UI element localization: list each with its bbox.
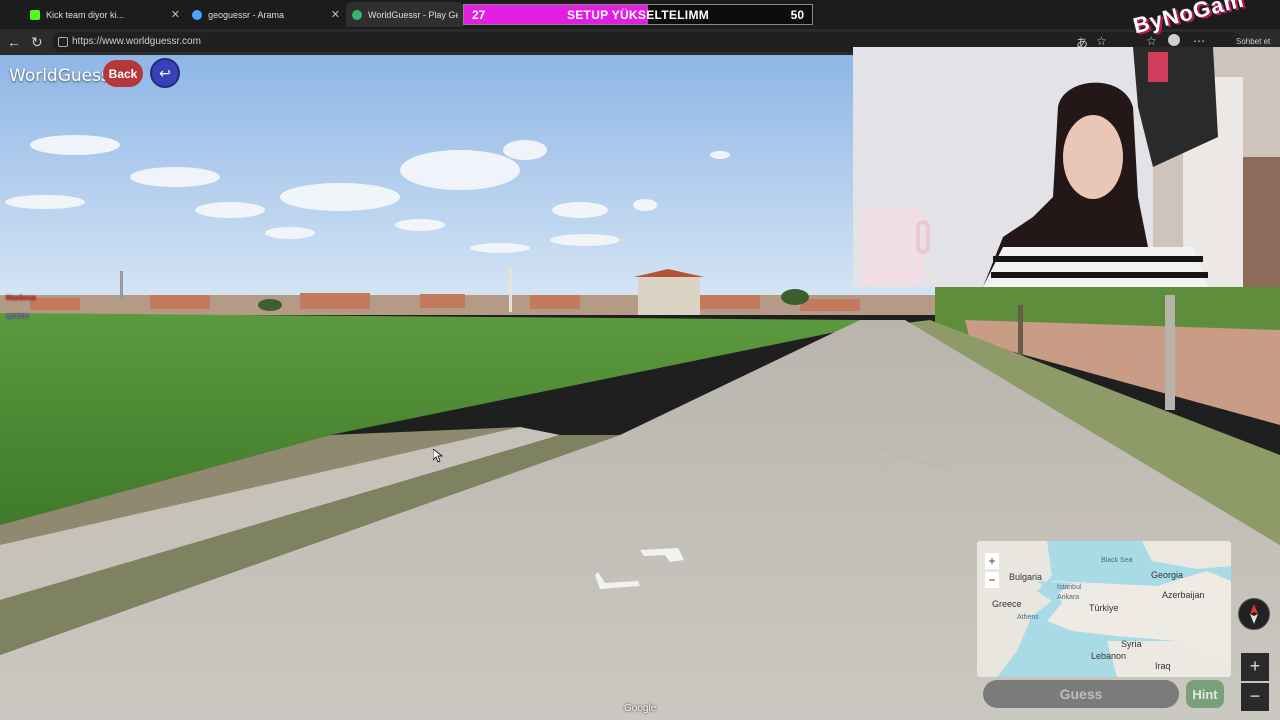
- chat-overlay-user2: aynene: [6, 313, 29, 320]
- map-label-turkiye: Türkiye: [1089, 603, 1119, 613]
- webcam-image: [853, 47, 1280, 287]
- compass-icon[interactable]: [1238, 598, 1270, 630]
- map-label-ankara: Ankara: [1057, 594, 1080, 601]
- close-tab-icon[interactable]: ✕: [171, 8, 180, 21]
- map-label-iraq: Iraq: [1155, 661, 1171, 671]
- view-zoom-in-button[interactable]: +: [1241, 653, 1269, 681]
- tab-title: geoguessr - Arama: [208, 9, 285, 20]
- chat-username: aynene: [6, 313, 29, 320]
- mouse-cursor-icon: [433, 449, 443, 463]
- guess-minimap[interactable]: + − Black Sea Bulgaria Georgia İstanbul …: [977, 541, 1231, 677]
- tab-title: Kick team diyor ki...: [46, 9, 125, 20]
- kick-favicon-icon: [30, 9, 40, 20]
- guess-button[interactable]: Guess: [983, 680, 1179, 708]
- globe-favicon-icon: [352, 9, 362, 20]
- tab-worldguessr[interactable]: WorldGuessr - Play Geogue: [346, 2, 464, 27]
- webcam-overlay: [853, 47, 1280, 287]
- google-attribution: Google: [624, 703, 657, 714]
- more-icon[interactable]: ⋯: [1193, 34, 1205, 48]
- chat-overlay-user1: Maxbeco: [6, 295, 36, 302]
- close-tab-icon[interactable]: ✕: [331, 8, 340, 21]
- map-zoom-out-button[interactable]: −: [985, 572, 999, 588]
- map-label-syria: Syria: [1121, 639, 1142, 649]
- worldguessr-logo: WorldGuessr: [9, 66, 117, 86]
- goal-progress-bar: 27 SETUP YÜKSELTELIMM 50: [463, 4, 813, 25]
- star-icon[interactable]: ☆: [1096, 34, 1107, 48]
- chat-username: Maxbeco: [6, 295, 36, 302]
- view-zoom-out-button[interactable]: −: [1241, 683, 1269, 711]
- back-button[interactable]: Back: [103, 60, 143, 87]
- search-favicon-icon: [192, 9, 202, 20]
- goal-title: SETUP YÜKSELTELIMM: [566, 8, 710, 22]
- profile-icon[interactable]: [1168, 34, 1180, 46]
- map-label-athens: Athens: [1017, 614, 1039, 621]
- sidebar-chat-label[interactable]: Sohbet et: [1236, 37, 1270, 46]
- map-label-istanbul: İstanbul: [1057, 584, 1082, 591]
- map-label-greece: Greece: [992, 599, 1022, 609]
- undo-button[interactable]: ↩: [150, 58, 180, 88]
- reload-icon[interactable]: ↻: [31, 34, 43, 50]
- map-label-black-sea: Black Sea: [1101, 557, 1133, 564]
- map-zoom-in-button[interactable]: +: [985, 553, 999, 569]
- map-label-georgia: Georgia: [1151, 570, 1184, 580]
- goal-target: 50: [790, 8, 804, 22]
- tab-kick[interactable]: Kick team diyor ki... ✕: [24, 2, 186, 27]
- tab-search[interactable]: geoguessr - Arama ✕: [186, 2, 346, 27]
- undo-icon: ↩: [159, 64, 171, 81]
- back-arrow-icon[interactable]: ←: [7, 34, 21, 50]
- tab-title: WorldGuessr - Play Geogue: [368, 9, 458, 20]
- map-label-bulgaria: Bulgaria: [1009, 572, 1043, 582]
- hint-button[interactable]: Hint: [1186, 680, 1224, 708]
- map-label-lebanon: Lebanon: [1091, 651, 1127, 661]
- lock-icon: [58, 37, 68, 47]
- url-text: https://www.worldguessr.com: [72, 36, 201, 47]
- map-label-azerbaijan: Azerbaijan: [1162, 590, 1205, 600]
